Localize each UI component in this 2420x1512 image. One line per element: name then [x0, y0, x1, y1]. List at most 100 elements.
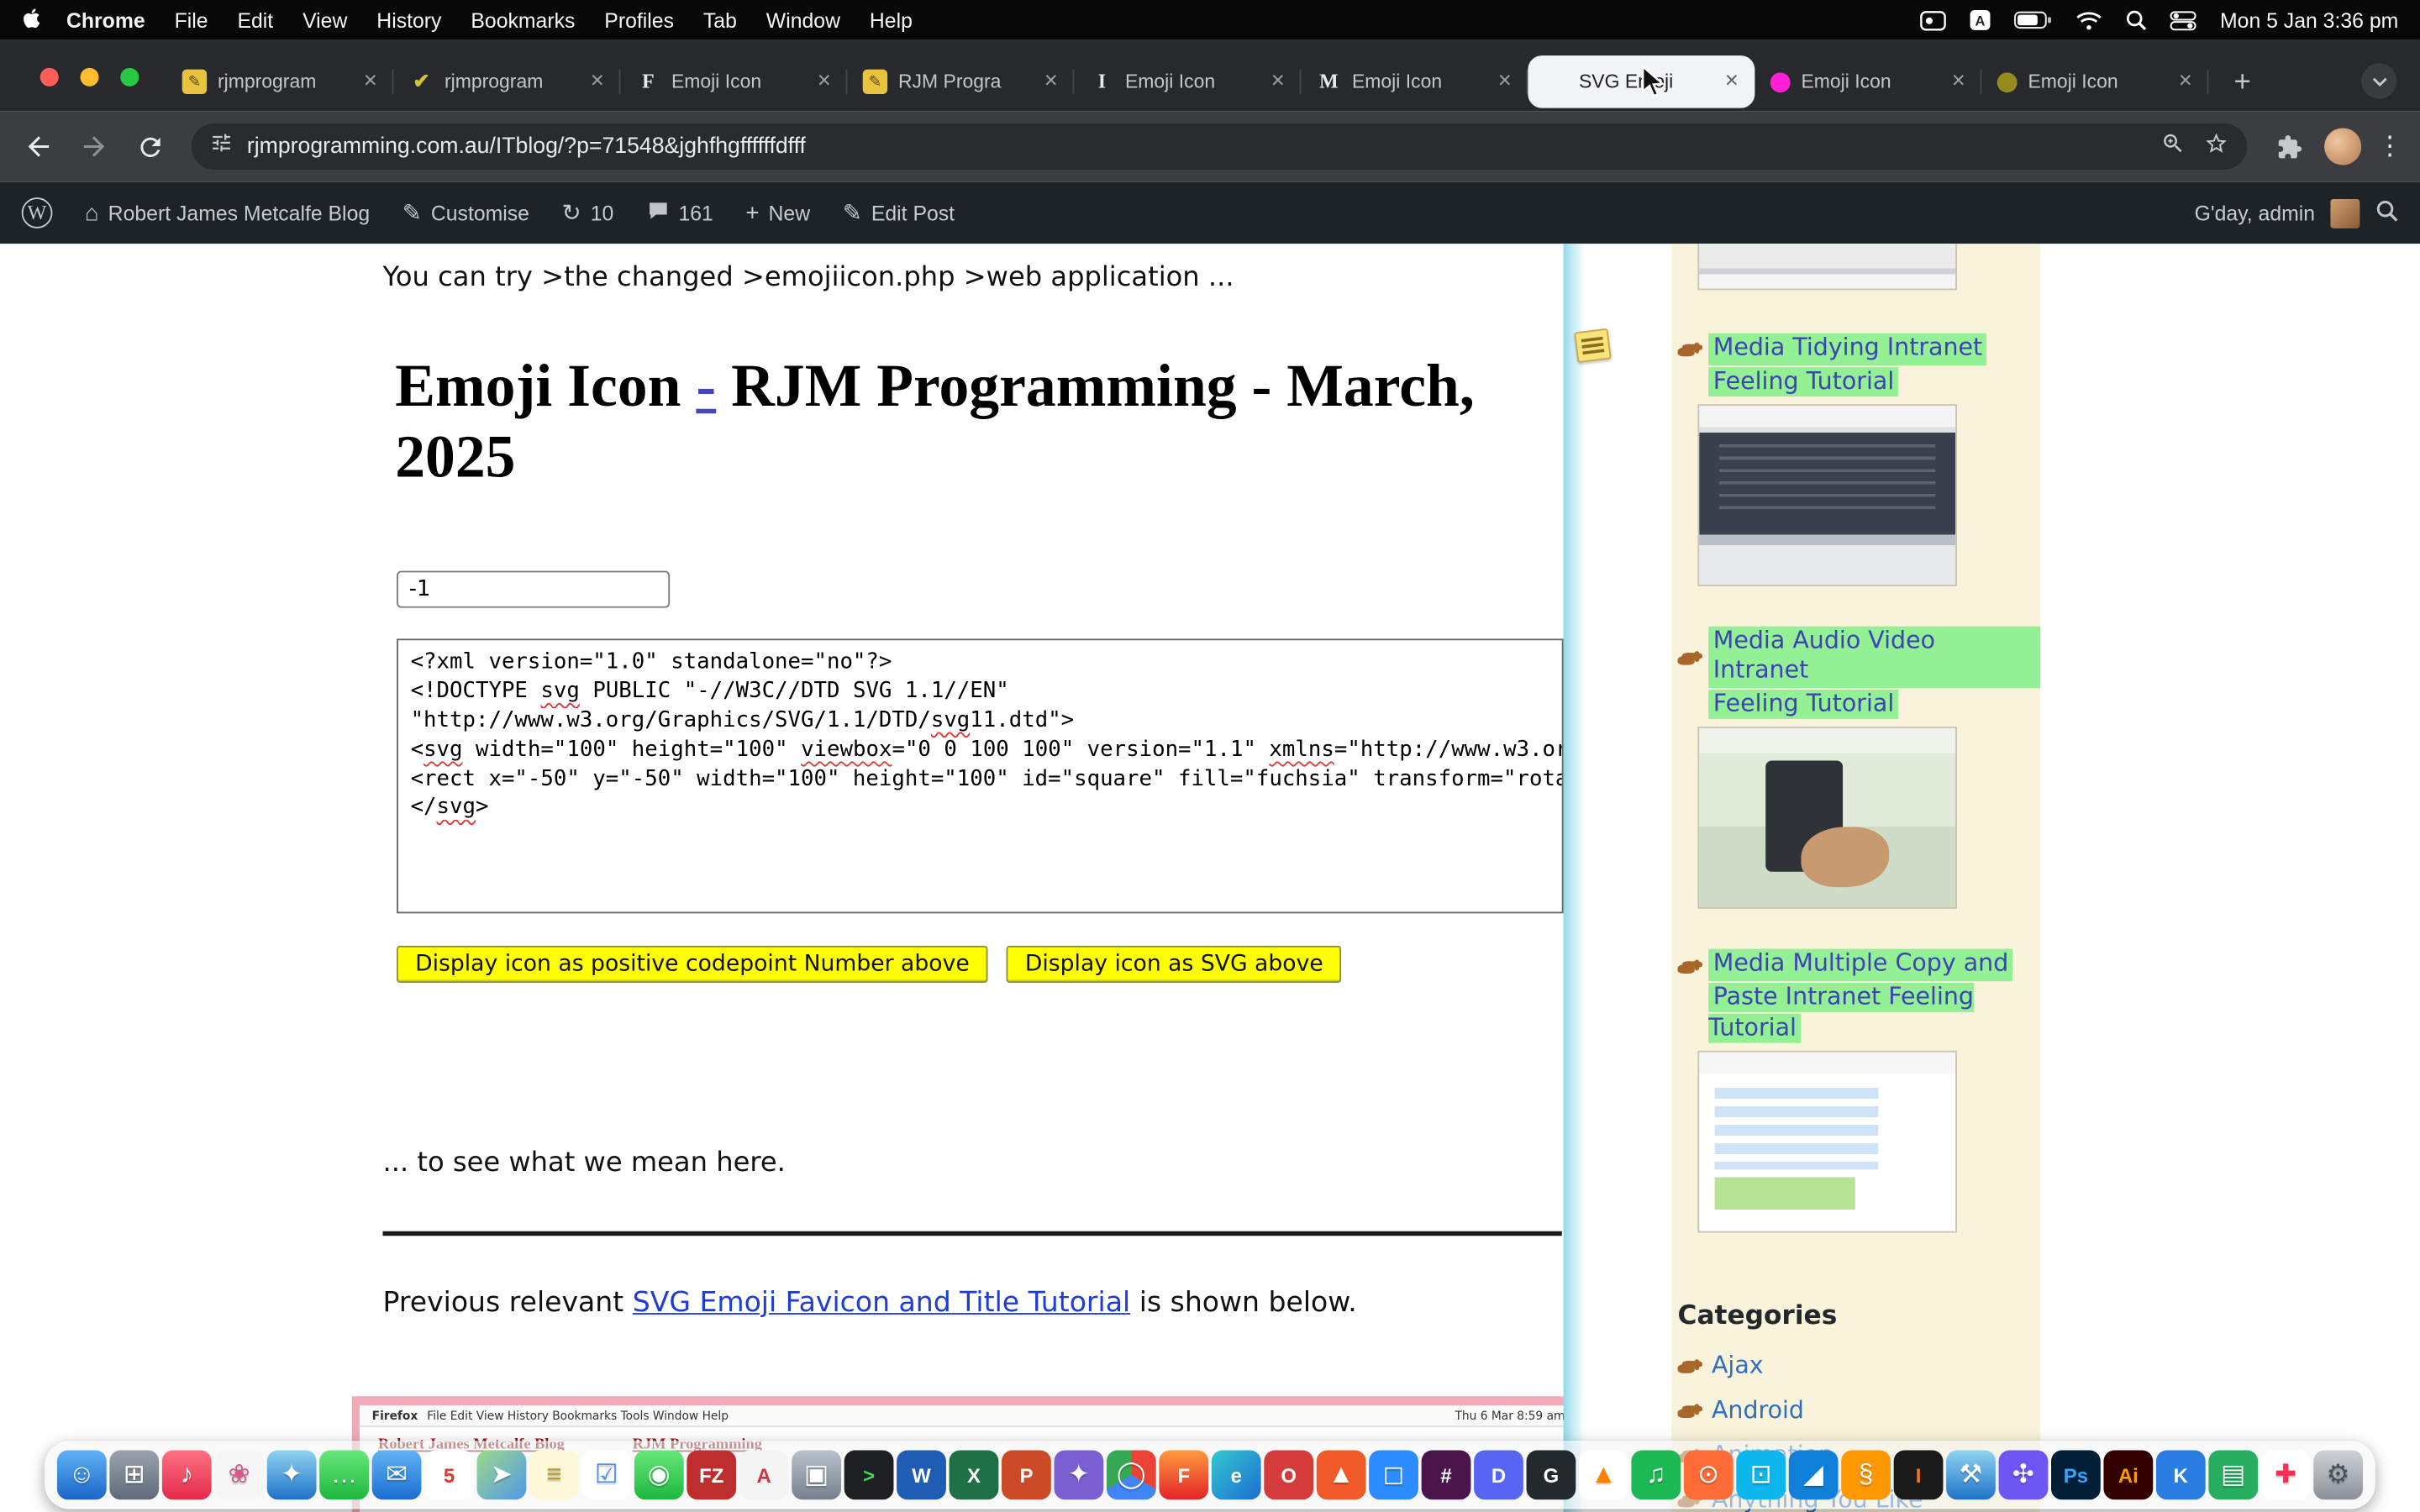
tab-close-icon[interactable]: × [1267, 71, 1289, 92]
preview-dock-icon[interactable]: ▣ [792, 1451, 841, 1500]
wp-edit-post[interactable]: ✎ Edit Post [843, 202, 955, 225]
browser-tab[interactable]: ✎ RJM Progra × [847, 55, 1074, 108]
word-dock-icon[interactable]: W [897, 1451, 946, 1500]
facetime-dock-icon[interactable]: ◉ [634, 1451, 684, 1500]
wp-greeting[interactable]: G'day, admin [2195, 202, 2315, 225]
reminders-dock-icon[interactable]: ☑ [581, 1451, 631, 1500]
browser-tab[interactable]: Emoji Icon × [1981, 55, 2208, 108]
zoom-icon[interactable] [2160, 130, 2185, 163]
docker-dock-icon[interactable]: ⊡ [1736, 1451, 1786, 1500]
keynote-dock-icon[interactable]: K [2156, 1451, 2206, 1500]
tab-close-icon[interactable]: × [1721, 71, 1743, 92]
photos-dock-icon[interactable]: ❀ [214, 1451, 264, 1500]
edge-dock-icon[interactable]: e [1212, 1451, 1261, 1500]
codepoint-input[interactable] [397, 571, 670, 608]
discord-dock-icon[interactable]: D [1474, 1451, 1523, 1500]
finder-dock-icon[interactable]: ☺ [57, 1451, 107, 1500]
close-window-button[interactable] [40, 68, 59, 87]
browser-menu-kebab-icon[interactable]: ⋮ [2377, 131, 2402, 162]
tab-close-icon[interactable]: × [1494, 71, 1516, 92]
intellij-dock-icon[interactable]: I [1894, 1451, 1944, 1500]
filezilla-dock-icon[interactable]: FZ [687, 1451, 736, 1500]
postman-dock-icon[interactable]: ⊙ [1684, 1451, 1733, 1500]
music-dock-icon[interactable]: ♪ [162, 1451, 212, 1500]
powerpoint-dock-icon[interactable]: P [1002, 1451, 1051, 1500]
address-bar[interactable]: rjmprogramming.com.au/ITblog/?p=71548&jg… [192, 123, 2248, 170]
browser-tab[interactable]: ✔ rjmprogram × [393, 55, 620, 108]
tab-close-icon[interactable]: × [1040, 71, 1062, 92]
wp-updates[interactable]: ↻ 10 [562, 202, 614, 225]
display-svg-button[interactable]: Display icon as SVG above [1007, 946, 1342, 983]
tab-close-icon[interactable]: × [360, 71, 381, 92]
sidebar-post-link[interactable]: Media Multiple Copy and Paste Intranet F… [1678, 949, 2041, 1044]
menu-item-bookmarks[interactable]: Bookmarks [471, 8, 575, 32]
vlc-dock-icon[interactable]: ▲ [1579, 1451, 1628, 1500]
heading-dash-link[interactable]: - [696, 354, 716, 420]
launchpad-dock-icon[interactable]: ⊞ [109, 1451, 159, 1500]
browser-tab[interactable]: M Emoji Icon × [1301, 55, 1528, 108]
edit-note-icon[interactable] [1574, 328, 1612, 363]
notes-dock-icon[interactable]: ≡ [529, 1451, 579, 1500]
settings-dock-icon[interactable]: ⚙ [2313, 1451, 2363, 1500]
sublime-dock-icon[interactable]: § [1841, 1451, 1891, 1500]
wifi-icon[interactable] [2076, 10, 2102, 30]
category-link[interactable]: Ajax [1712, 1352, 1764, 1379]
bookmark-star-icon[interactable] [2204, 130, 2228, 163]
reload-button[interactable] [129, 127, 170, 167]
menu-item-tab[interactable]: Tab [703, 8, 737, 32]
brave-dock-icon[interactable]: ▲ [1317, 1451, 1366, 1500]
forward-button[interactable] [74, 127, 114, 167]
sidebar-thumbnail[interactable] [1697, 727, 1957, 909]
photoshop-dock-icon[interactable]: Ps [2051, 1451, 2101, 1500]
battery-icon[interactable] [2015, 11, 2054, 29]
back-button[interactable] [18, 127, 59, 167]
tab-close-icon[interactable]: × [2175, 71, 2196, 92]
wp-site-name[interactable]: ⌂ Robert James Metcalfe Blog [85, 202, 370, 225]
display-number-button[interactable]: Display icon as positive codepoint Numbe… [397, 946, 988, 983]
menu-item-window[interactable]: Window [766, 8, 840, 32]
site-settings-icon[interactable] [210, 131, 234, 162]
health-dock-icon[interactable]: ✚ [2261, 1451, 2311, 1500]
new-tab-button[interactable]: + [2224, 65, 2261, 102]
vscode-dock-icon[interactable]: ◢ [1789, 1451, 1839, 1500]
tab-close-icon[interactable]: × [1948, 71, 1970, 92]
browser-tab[interactable]: Emoji Icon × [1754, 55, 1981, 108]
wp-logo-icon[interactable]: W [22, 197, 53, 228]
wp-avatar[interactable] [2330, 198, 2360, 228]
sidebar-thumbnail[interactable] [1697, 1050, 1957, 1232]
wp-new[interactable]: + New [745, 202, 810, 225]
sidebar-post-link[interactable]: Media Audio Video Intranet Feeling Tutor… [1678, 626, 2041, 721]
spotify-dock-icon[interactable]: ♫ [1631, 1451, 1681, 1500]
browser-tab[interactable]: I Emoji Icon × [1074, 55, 1301, 108]
menu-item-file[interactable]: File [175, 8, 208, 32]
menu-bar-clock[interactable]: Mon 5 Jan 3:36 pm [2220, 8, 2398, 32]
status-app-icon[interactable] [1921, 10, 1947, 30]
opera-dock-icon[interactable]: O [1264, 1451, 1313, 1500]
illustrator-dock-icon[interactable]: Ai [2103, 1451, 2153, 1500]
url-text[interactable]: rjmprogramming.com.au/ITblog/?p=71548&jg… [247, 134, 806, 159]
messages-dock-icon[interactable]: … [319, 1451, 369, 1500]
safari-tech-preview-dock-icon[interactable]: ✦ [1054, 1451, 1103, 1500]
svg-code-textarea[interactable]: <?xml version="1.0" standalone="no"?> <!… [397, 638, 1564, 913]
menu-item-view[interactable]: View [302, 8, 347, 32]
profile-avatar[interactable] [2324, 128, 2361, 165]
apple-logo-icon[interactable] [22, 8, 42, 32]
excel-dock-icon[interactable]: X [950, 1451, 999, 1500]
figma-dock-icon[interactable]: ✣ [1999, 1451, 2049, 1500]
sidebar-thumbnail-partial[interactable] [1697, 244, 1957, 290]
spotlight-icon[interactable] [2126, 9, 2148, 31]
terminal-dock-icon[interactable]: > [844, 1451, 894, 1500]
control-center-icon[interactable] [2170, 10, 2196, 30]
sidebar-thumbnail[interactable] [1697, 404, 1957, 586]
menu-item-chrome[interactable]: Chrome [66, 8, 145, 32]
calendar-dock-icon[interactable]: 5 [424, 1451, 474, 1500]
sidebar-post-link[interactable]: Media Tidying Intranet Feeling Tutorial [1678, 333, 2041, 398]
textedit-dock-icon[interactable]: A [739, 1451, 789, 1500]
minimize-window-button[interactable] [81, 68, 99, 87]
input-source-icon[interactable]: A [1970, 9, 1991, 31]
tab-close-icon[interactable]: × [813, 71, 835, 92]
wp-comments[interactable]: 161 [646, 200, 713, 226]
menu-item-profiles[interactable]: Profiles [604, 8, 674, 32]
slack-dock-icon[interactable]: # [1422, 1451, 1471, 1500]
wp-customise[interactable]: ✎ Customise [402, 202, 529, 225]
